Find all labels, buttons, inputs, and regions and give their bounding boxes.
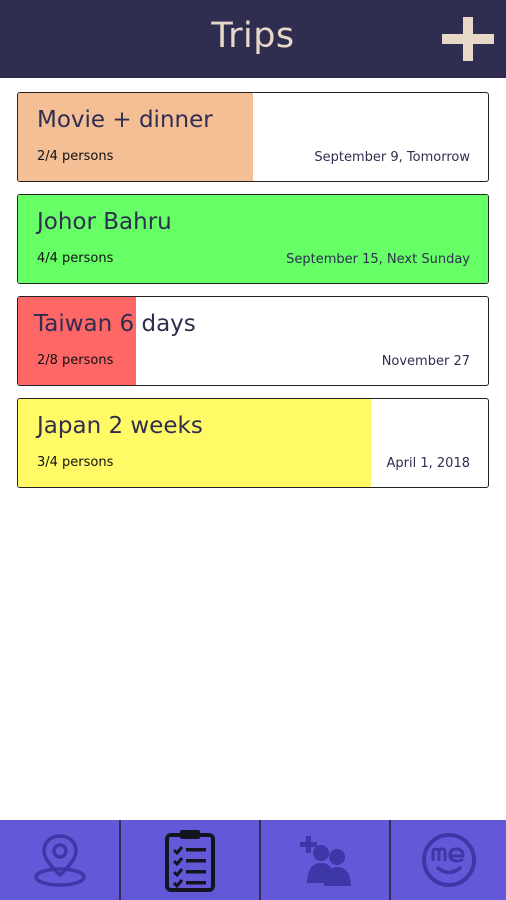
trip-card[interactable]: Johor Bahru 4/4 persons September 15, Ne… <box>17 194 489 284</box>
page-title: Trips <box>211 16 295 56</box>
nav-item-me[interactable] <box>391 820 506 900</box>
nav-item-location[interactable] <box>0 820 119 900</box>
trip-date: November 27 <box>381 354 470 369</box>
trip-date: April 1, 2018 <box>386 456 470 471</box>
trip-persons: 2/4 persons <box>37 149 114 164</box>
trip-name: Japan 2 weeks <box>37 413 203 439</box>
trip-card[interactable]: Taiwan 6 days 2/8 persons November 27 <box>17 296 489 386</box>
trip-name: Movie + dinner <box>37 107 213 133</box>
location-pin-icon <box>33 834 86 887</box>
trip-date: September 15, Next Sunday <box>286 252 470 267</box>
trip-persons: 3/4 persons <box>37 455 114 470</box>
trip-date: September 9, Tomorrow <box>314 150 470 165</box>
trip-card[interactable]: Movie + dinner 2/4 persons September 9, … <box>17 92 489 182</box>
add-group-icon <box>300 836 351 886</box>
trip-persons: 2/8 persons <box>37 353 114 368</box>
trip-persons: 4/4 persons <box>37 251 114 266</box>
nav-item-add-friend[interactable] <box>261 820 389 900</box>
app-header: Trips <box>0 0 506 78</box>
trip-name: Johor Bahru <box>37 209 172 235</box>
me-profile-icon <box>421 833 476 887</box>
bottom-nav <box>0 820 506 900</box>
trip-card[interactable]: Japan 2 weeks 3/4 persons April 1, 2018 <box>17 398 489 488</box>
plus-icon[interactable] <box>442 17 494 61</box>
nav-item-trips[interactable] <box>121 820 259 900</box>
trip-list: Movie + dinner 2/4 persons September 9, … <box>17 92 489 500</box>
checklist-icon <box>165 830 215 892</box>
trip-name: Taiwan 6 days <box>34 311 196 337</box>
